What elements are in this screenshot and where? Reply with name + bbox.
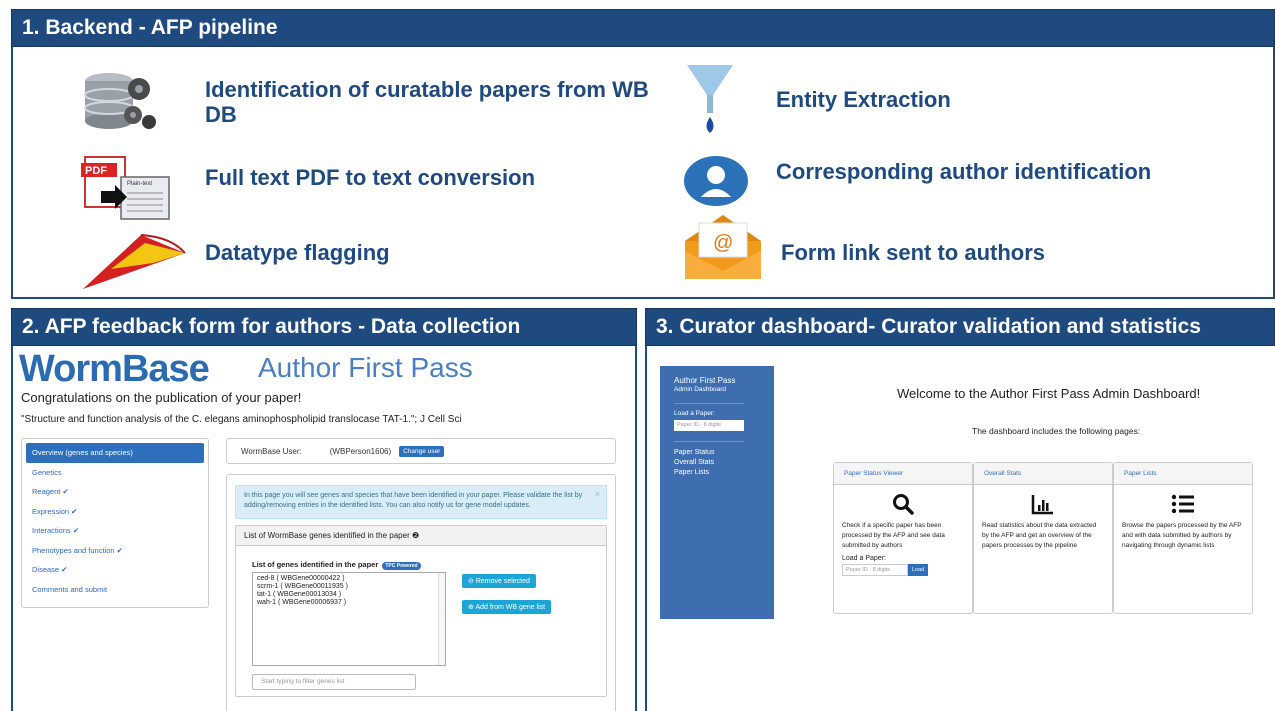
- menu-item-phenotypes[interactable]: Phenotypes and function ✔: [26, 541, 204, 561]
- card-title[interactable]: Paper Status Viewer: [834, 463, 972, 485]
- sidebar-title: Author First Pass: [674, 376, 736, 385]
- card-description: Read statistics about the data extracted…: [982, 522, 1097, 549]
- menu-item-comments[interactable]: Comments and submit: [26, 580, 204, 600]
- genes-main-box: In this page you will see genes and spec…: [226, 474, 616, 711]
- card-overall-stats: Overall Stats Read statistics about the …: [973, 462, 1113, 614]
- congrats-text: Congratulations on the publication of yo…: [21, 390, 302, 405]
- magnifier-icon: [834, 493, 972, 517]
- info-alert-text: In this page you will see genes and spec…: [244, 492, 583, 509]
- genes-list-title: List of genes identified in the paper TP…: [252, 560, 421, 570]
- add-from-wb-button[interactable]: ⊕ Add from WB gene list: [462, 600, 552, 614]
- menu-item-disease[interactable]: Disease ✔: [26, 560, 204, 580]
- sidebar-divider: [674, 441, 744, 442]
- menu-item-expression[interactable]: Expression ✔: [26, 502, 204, 522]
- remove-selected-button[interactable]: ⊖ Remove selected: [462, 574, 536, 588]
- sidebar-subtitle: Admin Dashboard: [674, 386, 727, 393]
- menu-item-reagent[interactable]: Reagent ✔: [26, 482, 204, 502]
- add-from-wb-label: Add from WB gene list: [475, 604, 546, 611]
- filter-genes-input[interactable]: Start typing to filter genes list: [252, 674, 416, 690]
- sidebar-link-overall-stats[interactable]: Overall Stats: [674, 458, 774, 468]
- step-datatype-flagging-label: Datatype flagging: [205, 240, 390, 265]
- dashboard-sidebar: Author First Pass Admin Dashboard Load a…: [660, 366, 774, 619]
- load-button[interactable]: Load: [908, 564, 929, 576]
- step-entity-extraction-label: Entity Extraction: [776, 87, 951, 112]
- section3-header: 3. Curator dashboard- Curator validation…: [645, 308, 1275, 346]
- gene-item[interactable]: scrm-1 ( WBGene00011935 ): [257, 583, 441, 591]
- section3-title: 3. Curator dashboard- Curator validation…: [656, 315, 1201, 338]
- user-id: (WBPerson1606): [329, 446, 392, 456]
- listbox-scrollbar[interactable]: [438, 573, 445, 665]
- form-side-menu: Overview (genes and species) Genetics Re…: [21, 438, 209, 608]
- step-author-identification-label: Corresponding author identification: [776, 159, 1152, 184]
- section1-header: 1. Backend - AFP pipeline: [11, 9, 1275, 47]
- dashboard-welcome: Welcome to the Author First Pass Admin D…: [897, 386, 1201, 401]
- section2-header: 2. AFP feedback form for authors - Data …: [11, 308, 637, 346]
- menu-item-genetics[interactable]: Genetics: [26, 463, 204, 483]
- backend-pipeline-panel: Identification of curatable papers from …: [11, 47, 1275, 299]
- curator-dashboard-panel: Author First Pass Admin Dashboard Load a…: [645, 346, 1275, 711]
- author-first-pass-title: Author First Pass: [258, 352, 473, 383]
- plain-text-icon-text: Plain-text: [127, 181, 152, 187]
- genes-panel: List of WormBase genes identified in the…: [235, 525, 607, 697]
- gene-item[interactable]: tat-1 ( WBGene00013034 ): [257, 591, 441, 599]
- pdf-icon-text: PDF: [85, 165, 107, 177]
- info-alert: In this page you will see genes and spec…: [235, 485, 607, 519]
- dashboard-includes: The dashboard includes the following pag…: [972, 426, 1141, 436]
- card-title[interactable]: Paper Lists: [1114, 463, 1252, 485]
- remove-selected-label: Remove selected: [475, 578, 530, 585]
- genes-panel-title: List of WormBase genes identified in the…: [236, 526, 606, 546]
- sidebar-link-paper-status[interactable]: Paper Status: [674, 448, 774, 458]
- card-paper-status: Paper Status Viewer Check if a specific …: [833, 462, 973, 614]
- close-icon[interactable]: ×: [595, 489, 600, 499]
- flag-icon: [81, 229, 191, 296]
- card-load-label: Load a Paper:: [842, 555, 886, 562]
- card-description: Browse the papers processed by the AFP a…: [1122, 522, 1242, 549]
- card-paper-lists: Paper Lists Browse the papers processed …: [1113, 462, 1253, 614]
- funnel-icon: [685, 63, 735, 142]
- paper-reference: "Structure and function analysis of the …: [21, 414, 462, 425]
- section2-title: 2. AFP feedback form for authors - Data …: [22, 315, 521, 338]
- genes-list-title-text: List of genes identified in the paper: [252, 560, 379, 569]
- afp-feedback-form-panel: WormBase Author First Pass Congratulatio…: [11, 346, 637, 711]
- step-pdf-conversion-label: Full text PDF to text conversion: [205, 165, 536, 190]
- minus-circle-icon: ⊖: [468, 578, 476, 585]
- sidebar-divider: [674, 403, 744, 404]
- gene-listbox[interactable]: ced-8 ( WBGene00000422 ) scrm-1 ( WBGene…: [252, 572, 446, 666]
- card-description: Check if a specific paper has been proce…: [842, 522, 945, 549]
- user-bar: WormBase User: (WBPerson1606) Change use…: [226, 438, 616, 464]
- pdf-to-text-icon: PDF Plain-text: [81, 155, 173, 226]
- change-user-button[interactable]: Change user: [399, 445, 445, 457]
- database-gears-icon: [79, 67, 159, 142]
- section1-title: 1. Backend - AFP pipeline: [22, 16, 278, 39]
- sidebar-load-label: Load a Paper:: [674, 410, 715, 417]
- gene-item[interactable]: ced-8 ( WBGene00000422 ): [257, 575, 441, 583]
- card-load-row: Paper ID - 8 digits Load: [842, 564, 972, 576]
- list-icon: [1114, 493, 1252, 517]
- step-form-link-label: Form link sent to authors: [781, 240, 1046, 265]
- menu-item-interactions[interactable]: Interactions ✔: [26, 521, 204, 541]
- card-title[interactable]: Overall Stats: [974, 463, 1112, 485]
- at-sign-icon-text: @: [713, 232, 733, 254]
- wormbase-logo: WormBase: [19, 348, 210, 390]
- card-paper-id-input[interactable]: Paper ID - 8 digits: [842, 564, 908, 576]
- sidebar-link-paper-lists[interactable]: Paper Lists: [674, 468, 774, 478]
- email-envelope-icon: @: [681, 211, 767, 286]
- person-icon: [683, 155, 749, 212]
- gene-item[interactable]: wah-1 ( WBGene00006937 ): [257, 599, 441, 607]
- user-label: WormBase User:: [241, 446, 302, 456]
- menu-item-overview[interactable]: Overview (genes and species): [26, 443, 204, 463]
- sidebar-paper-id-input[interactable]: Paper ID - 8 digits: [674, 420, 744, 431]
- bar-chart-icon: [974, 493, 1112, 517]
- tpc-badge: TPC Powered: [382, 562, 421, 570]
- step-identification-label: Identification of curatable papers from …: [205, 77, 649, 127]
